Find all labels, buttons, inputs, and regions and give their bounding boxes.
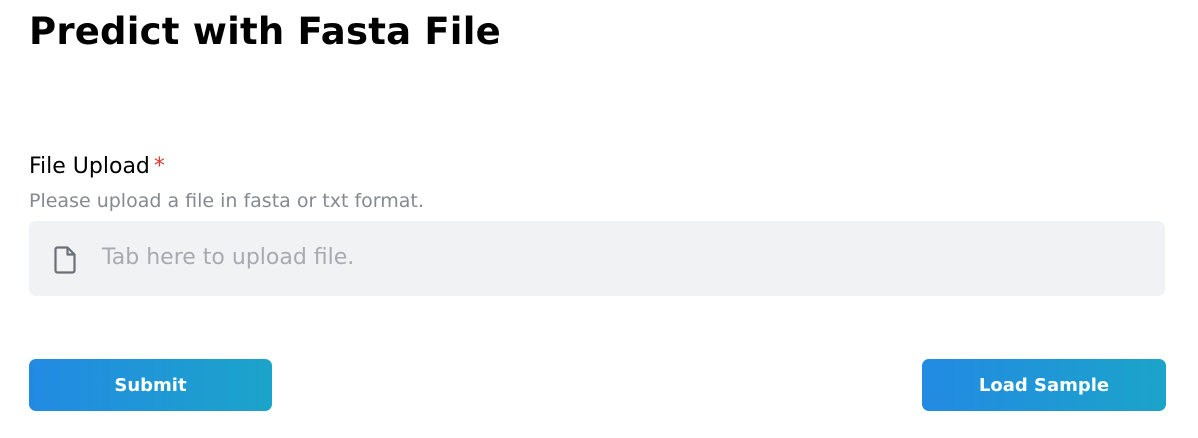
load-sample-button[interactable]: Load Sample bbox=[922, 359, 1166, 411]
page: Predict with Fasta File File Upload * Ple… bbox=[0, 0, 1198, 438]
file-upload-label-text: File Upload bbox=[29, 154, 150, 179]
file-icon bbox=[54, 246, 76, 274]
file-upload-dropzone[interactable]: Tab here to upload file. bbox=[29, 221, 1165, 296]
page-title: Predict with Fasta File bbox=[29, 10, 501, 53]
file-upload-label: File Upload * bbox=[29, 154, 165, 179]
file-upload-hint: Please upload a file in fasta or txt for… bbox=[29, 190, 424, 212]
submit-button[interactable]: Submit bbox=[29, 359, 272, 411]
required-marker: * bbox=[153, 154, 165, 179]
file-upload-placeholder: Tab here to upload file. bbox=[102, 245, 355, 270]
